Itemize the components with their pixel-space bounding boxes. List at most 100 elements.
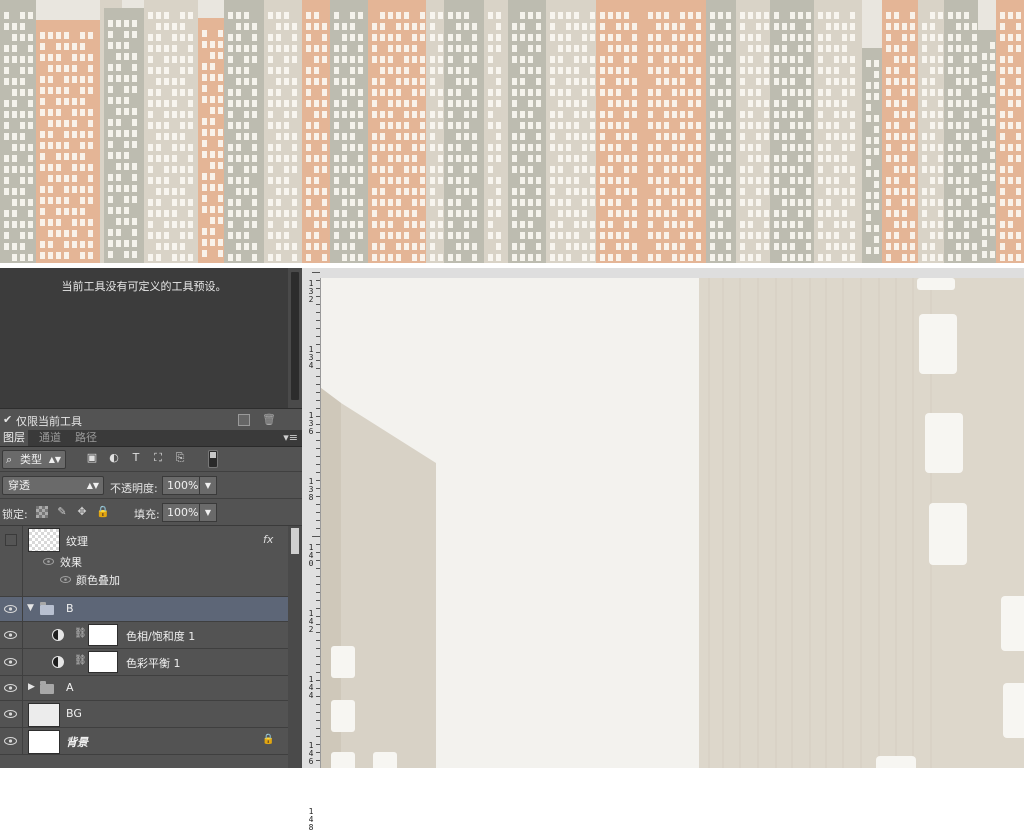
skyline-window bbox=[132, 53, 137, 60]
skyline-window bbox=[306, 122, 311, 129]
skyline-window bbox=[210, 217, 215, 224]
visibility-cell[interactable] bbox=[0, 701, 23, 727]
layer-mask-thumbnail[interactable] bbox=[88, 651, 118, 673]
trash-icon[interactable]: 🗑 bbox=[262, 413, 276, 426]
eye-icon[interactable] bbox=[4, 605, 17, 613]
hidden-visibility-box[interactable] bbox=[5, 534, 17, 546]
skyline-window bbox=[664, 210, 669, 217]
blend-row: 穿透 ▲▼ 不透明度: 100% ▼ bbox=[0, 472, 302, 499]
skyline-window bbox=[56, 120, 61, 127]
skyline-window bbox=[688, 89, 693, 96]
lock-position-icon[interactable]: ✥ bbox=[76, 506, 88, 518]
new-preset-button[interactable] bbox=[238, 414, 250, 426]
image-filter-icon[interactable]: ▣ bbox=[86, 452, 98, 464]
skyline-window bbox=[306, 232, 311, 239]
skyline-window bbox=[358, 232, 363, 239]
tab-channels[interactable]: 通道 bbox=[36, 430, 64, 446]
layer-row-texture[interactable]: 纹理 fx 效果 颜色叠加 bbox=[0, 526, 288, 597]
opacity-input[interactable]: 100% bbox=[162, 476, 202, 495]
skyline-window bbox=[774, 23, 779, 30]
skyline-window bbox=[132, 141, 137, 148]
skyline-window bbox=[420, 34, 425, 41]
lock-image-icon[interactable]: ✎ bbox=[56, 506, 68, 518]
shape-filter-icon[interactable]: ⛶ bbox=[152, 452, 164, 464]
opacity-dropdown-button[interactable]: ▼ bbox=[199, 476, 217, 495]
skyline-window bbox=[664, 56, 669, 63]
visibility-cell[interactable] bbox=[0, 597, 23, 621]
layer-row-group-b[interactable]: ▼ B bbox=[0, 597, 288, 622]
skyline-window bbox=[292, 78, 297, 85]
visibility-cell[interactable] bbox=[0, 526, 23, 596]
eye-icon[interactable] bbox=[43, 558, 54, 565]
layer-row-group-a[interactable]: ▶ A bbox=[0, 676, 288, 701]
scrollbar-thumb[interactable] bbox=[291, 272, 299, 400]
layer-row-bg[interactable]: BG bbox=[0, 701, 288, 728]
skyline-window bbox=[818, 144, 823, 151]
panel-menu-icon[interactable]: ▾≡ bbox=[283, 430, 298, 446]
lock-transparency-icon[interactable] bbox=[36, 506, 48, 518]
skyline-window bbox=[156, 254, 161, 261]
layers-scrollbar[interactable] bbox=[288, 526, 302, 768]
link-icon[interactable]: ⛓ bbox=[74, 655, 87, 666]
skyline-window bbox=[910, 243, 915, 250]
skyline-window bbox=[566, 78, 571, 85]
adjustment-filter-icon[interactable]: ◐ bbox=[108, 452, 120, 464]
skyline-window bbox=[64, 230, 69, 237]
tab-paths[interactable]: 路径 bbox=[72, 430, 100, 446]
skyline-window bbox=[28, 210, 33, 217]
eye-icon[interactable] bbox=[4, 658, 17, 666]
skyline-window bbox=[600, 243, 605, 250]
eye-icon[interactable] bbox=[4, 737, 17, 745]
fx-icon[interactable]: fx bbox=[263, 533, 273, 546]
skyline-window bbox=[782, 89, 787, 96]
filter-type-select[interactable]: ⌕ 类型 ▲▼ bbox=[2, 450, 66, 469]
lock-all-icon[interactable]: 🔒 bbox=[96, 506, 110, 518]
skyline-window bbox=[648, 89, 653, 96]
blend-mode-select[interactable]: 穿透 ▲▼ bbox=[2, 476, 104, 495]
filter-toggle[interactable] bbox=[208, 450, 218, 468]
smart-object-filter-icon[interactable]: ⎘ bbox=[174, 452, 186, 464]
skyline-window bbox=[948, 232, 953, 239]
fill-input[interactable]: 100% bbox=[162, 503, 202, 522]
skyline-window bbox=[874, 137, 879, 144]
skyline-window bbox=[124, 75, 129, 82]
fill-dropdown-button[interactable]: ▼ bbox=[199, 503, 217, 522]
eye-icon[interactable] bbox=[60, 576, 71, 583]
skyline-window bbox=[380, 232, 385, 239]
skyline-window bbox=[866, 93, 871, 100]
layer-row-hue-saturation[interactable]: ⛓ 色相/饱和度 1 bbox=[0, 622, 288, 649]
layer-row-color-balance[interactable]: ⛓ 色彩平衡 1 bbox=[0, 649, 288, 676]
skyline-window bbox=[116, 75, 121, 82]
skyline-window bbox=[292, 144, 297, 151]
eye-icon[interactable] bbox=[4, 684, 17, 692]
eye-icon[interactable] bbox=[4, 710, 17, 718]
presets-scrollbar[interactable] bbox=[288, 268, 302, 408]
link-icon[interactable]: ⛓ bbox=[74, 628, 87, 639]
vertical-ruler[interactable]: 1 3 21 3 41 3 61 3 81 4 01 4 21 4 41 4 6… bbox=[302, 268, 321, 832]
collapse-triangle-icon[interactable]: ▶ bbox=[28, 682, 35, 692]
scrollbar-thumb[interactable] bbox=[291, 528, 299, 554]
layer-mask-thumbnail[interactable] bbox=[88, 624, 118, 646]
skyline-window bbox=[648, 254, 653, 261]
current-tool-checkbox[interactable]: ✔ bbox=[3, 413, 12, 426]
visibility-cell[interactable] bbox=[0, 649, 23, 675]
skyline-window bbox=[350, 243, 355, 250]
eye-icon[interactable] bbox=[4, 631, 17, 639]
skyline-window bbox=[528, 166, 533, 173]
visibility-cell[interactable] bbox=[0, 728, 23, 754]
layer-row-background[interactable]: 背景 🔒 bbox=[0, 728, 288, 755]
expand-triangle-icon[interactable]: ▼ bbox=[27, 603, 34, 613]
skyline-window bbox=[834, 221, 839, 228]
skyline-window bbox=[72, 208, 77, 215]
skyline-window bbox=[608, 210, 613, 217]
skyline-window bbox=[938, 177, 943, 184]
document-canvas[interactable] bbox=[321, 278, 1024, 768]
visibility-cell[interactable] bbox=[0, 676, 23, 700]
skyline-window bbox=[922, 133, 927, 140]
tab-layers[interactable]: 图层 bbox=[0, 430, 28, 446]
text-filter-icon[interactable]: T bbox=[130, 452, 142, 464]
visibility-cell[interactable] bbox=[0, 622, 23, 648]
skyline-window bbox=[710, 243, 715, 250]
skyline-window bbox=[834, 188, 839, 195]
skyline-window bbox=[350, 144, 355, 151]
